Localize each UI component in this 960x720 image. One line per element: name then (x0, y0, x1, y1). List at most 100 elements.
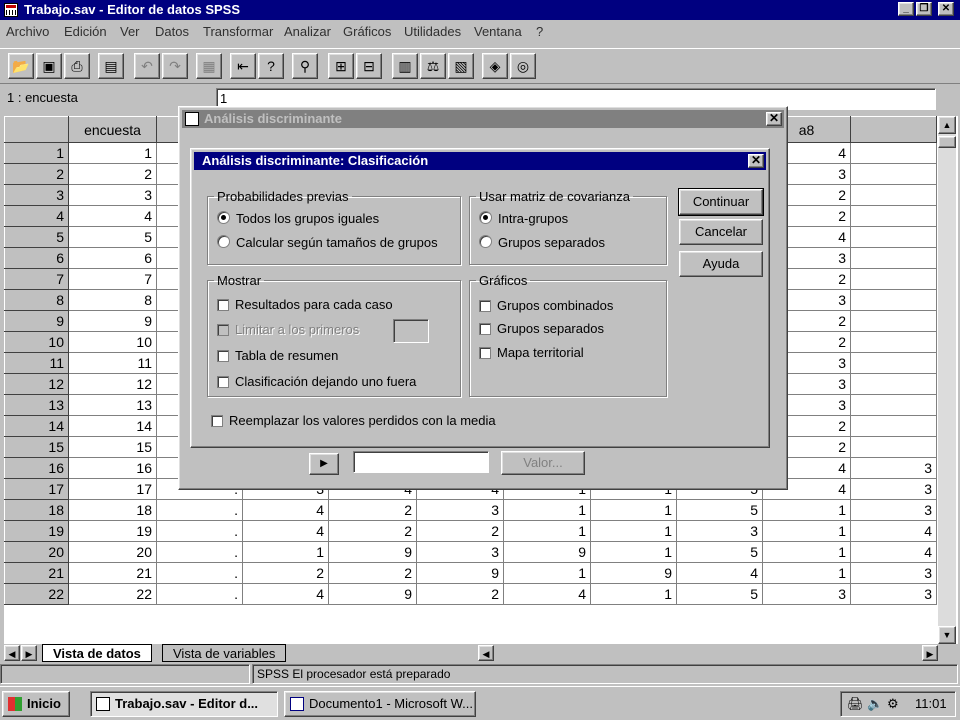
data-cell[interactable]: 1 (590, 520, 677, 542)
menu-edicion[interactable]: Edición (64, 24, 107, 39)
priors-equal-radio[interactable]: Todos los grupos iguales (217, 211, 379, 226)
data-cell[interactable] (850, 352, 937, 374)
data-cell[interactable]: 4 (68, 205, 157, 227)
data-cell[interactable]: 5 (68, 226, 157, 248)
combined-groups-checkbox[interactable]: Grupos combinados (479, 298, 613, 313)
row-header[interactable]: 1 (4, 142, 69, 164)
data-cell[interactable] (850, 310, 937, 332)
data-cell[interactable]: 18 (68, 499, 157, 521)
row-header[interactable]: 18 (4, 499, 69, 521)
insert-case-icon[interactable]: ⊞ (328, 53, 354, 79)
data-cell[interactable]: 3 (850, 478, 937, 500)
data-cell[interactable]: 3 (850, 583, 937, 605)
data-cell[interactable]: 5 (676, 541, 763, 563)
tab-next-icon[interactable]: ▶ (21, 645, 37, 661)
classification-dialog[interactable]: Análisis discriminante: Clasificación ✕ … (190, 148, 770, 448)
data-cell[interactable]: 7 (68, 268, 157, 290)
data-cell[interactable]: 3 (762, 583, 851, 605)
hscroll-left-icon[interactable]: ◀ (478, 645, 494, 661)
data-cell[interactable]: . (156, 562, 243, 584)
data-cell[interactable] (850, 331, 937, 353)
data-cell[interactable] (850, 373, 937, 395)
data-cell[interactable]: 2 (416, 583, 504, 605)
data-cell[interactable]: 1 (590, 583, 677, 605)
scroll-thumb[interactable] (938, 136, 956, 148)
data-cell[interactable] (850, 226, 937, 248)
priors-size-radio[interactable]: Calcular según tamaños de grupos (217, 235, 438, 250)
redo-icon[interactable]: ↷ (162, 53, 188, 79)
save-icon[interactable]: ▣ (36, 53, 62, 79)
data-cell[interactable] (850, 436, 937, 458)
print-icon[interactable]: ⎙ (64, 53, 90, 79)
row-header[interactable]: 9 (4, 310, 69, 332)
discriminant-dialog-titlebar[interactable]: Análisis discriminante ✕ (182, 110, 784, 128)
minimize-button[interactable]: _ (898, 2, 914, 16)
data-cell[interactable]: . (156, 499, 243, 521)
row-header[interactable]: 20 (4, 541, 69, 563)
limit-cases-checkbox[interactable]: Limitar a los primeros (217, 322, 359, 337)
vertical-scrollbar[interactable]: ▲ ▼ (938, 116, 956, 644)
row-header[interactable]: 17 (4, 478, 69, 500)
data-cell[interactable]: 6 (68, 247, 157, 269)
data-cell[interactable]: 16 (68, 457, 157, 479)
menu-analizar[interactable]: Analizar (284, 24, 331, 39)
data-cell[interactable]: 1 (503, 499, 591, 521)
data-cell[interactable]: 2 (68, 163, 157, 185)
taskbar-item-word[interactable]: Documento1 - Microsoft W... (284, 691, 476, 717)
data-cell[interactable]: 8 (68, 289, 157, 311)
row-header[interactable]: 6 (4, 247, 69, 269)
data-cell[interactable] (850, 268, 937, 290)
data-cell[interactable]: 13 (68, 394, 157, 416)
data-cell[interactable]: 3 (416, 499, 504, 521)
open-folder-icon[interactable]: 📂 (8, 53, 34, 79)
goto-chart-icon[interactable]: ▦ (196, 53, 222, 79)
row-header[interactable]: 11 (4, 352, 69, 374)
row-header[interactable]: 15 (4, 436, 69, 458)
casewise-results-checkbox[interactable]: Resultados para cada caso (217, 297, 393, 312)
row-header[interactable]: 10 (4, 331, 69, 353)
discriminant-close-button[interactable]: ✕ (766, 112, 782, 126)
data-cell[interactable]: 19 (68, 520, 157, 542)
menu-help[interactable]: ? (536, 24, 543, 39)
row-header[interactable]: 2 (4, 163, 69, 185)
data-cell[interactable]: . (156, 541, 243, 563)
hscroll-right-icon[interactable]: ▶ (922, 645, 938, 661)
data-cell[interactable]: 4 (850, 520, 937, 542)
replace-missing-checkbox[interactable]: Reemplazar los valores perdidos con la m… (211, 413, 496, 428)
move-arrow-button[interactable]: ▶ (309, 453, 339, 475)
menu-transformar[interactable]: Transformar (203, 24, 273, 39)
goto-case-icon[interactable]: ⇤ (230, 53, 256, 79)
value-labels-icon[interactable]: ◈ (482, 53, 508, 79)
classification-dialog-titlebar[interactable]: Análisis discriminante: Clasificación ✕ (194, 152, 766, 170)
row-header[interactable]: 7 (4, 268, 69, 290)
data-cell[interactable]: 1 (762, 520, 851, 542)
data-cell[interactable]: 1 (590, 499, 677, 521)
data-cell[interactable]: 22 (68, 583, 157, 605)
data-cell[interactable]: 3 (68, 184, 157, 206)
data-cell[interactable]: 2 (242, 562, 329, 584)
column-header-extra[interactable] (850, 116, 937, 143)
volume-icon[interactable]: 🔈 (867, 692, 883, 716)
menu-graficos[interactable]: Gráficos (343, 24, 391, 39)
data-cell[interactable]: 2 (328, 499, 417, 521)
row-header[interactable]: 8 (4, 289, 69, 311)
data-cell[interactable]: 1 (762, 499, 851, 521)
data-cell[interactable]: 5 (676, 499, 763, 521)
tab-prev-icon[interactable]: ◀ (4, 645, 20, 661)
row-header[interactable]: 14 (4, 415, 69, 437)
data-cell[interactable]: 2 (328, 562, 417, 584)
data-cell[interactable]: 17 (68, 478, 157, 500)
select-cases-icon[interactable]: ▧ (448, 53, 474, 79)
data-cell[interactable]: 4 (242, 583, 329, 605)
data-cell[interactable]: 3 (850, 457, 937, 479)
row-header[interactable]: 3 (4, 184, 69, 206)
within-groups-radio[interactable]: Intra-grupos (479, 211, 568, 226)
continue-button[interactable]: Continuar (678, 188, 764, 216)
data-cell[interactable]: 1 (68, 142, 157, 164)
menu-ver[interactable]: Ver (120, 24, 140, 39)
separate-groups-checkbox[interactable]: Grupos separados (479, 321, 604, 336)
data-cell[interactable]: . (156, 520, 243, 542)
taskbar-item-spss[interactable]: Trabajo.sav - Editor d... (90, 691, 278, 717)
use-sets-icon[interactable]: ◎ (510, 53, 536, 79)
data-cell[interactable]: 12 (68, 373, 157, 395)
